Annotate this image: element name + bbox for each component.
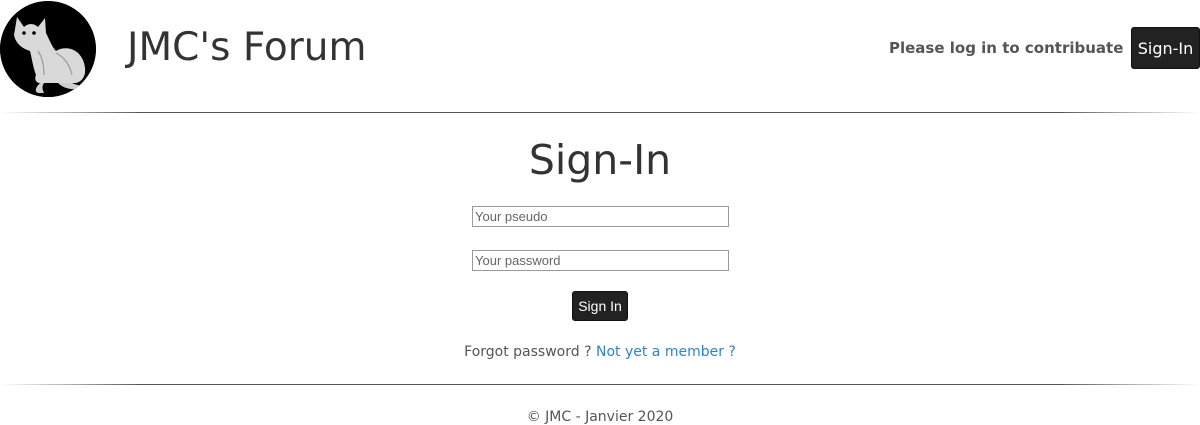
footer-divider [0, 384, 1200, 385]
login-hint: Please log in to contribuate [889, 39, 1124, 57]
header: JMC's Forum Please log in to contribuate… [0, 0, 1200, 100]
auth-links-row: Forgot password ? Not yet a member ? [0, 344, 1200, 360]
footer-copyright: © JMC - Janvier 2020 [526, 409, 674, 425]
page-title: Sign-In [528, 136, 672, 184]
header-signin-button[interactable]: Sign-In [1131, 27, 1200, 69]
register-link[interactable]: Not yet a member ? [596, 344, 736, 360]
site-title: JMC's Forum [127, 25, 367, 70]
cat-logo-icon[interactable] [0, 1, 96, 97]
pseudo-input[interactable] [472, 206, 729, 227]
password-input[interactable] [472, 250, 729, 271]
header-divider [0, 112, 1200, 113]
signin-submit-button[interactable]: Sign In [572, 291, 628, 321]
forgot-password-text: Forgot password ? [464, 344, 592, 360]
